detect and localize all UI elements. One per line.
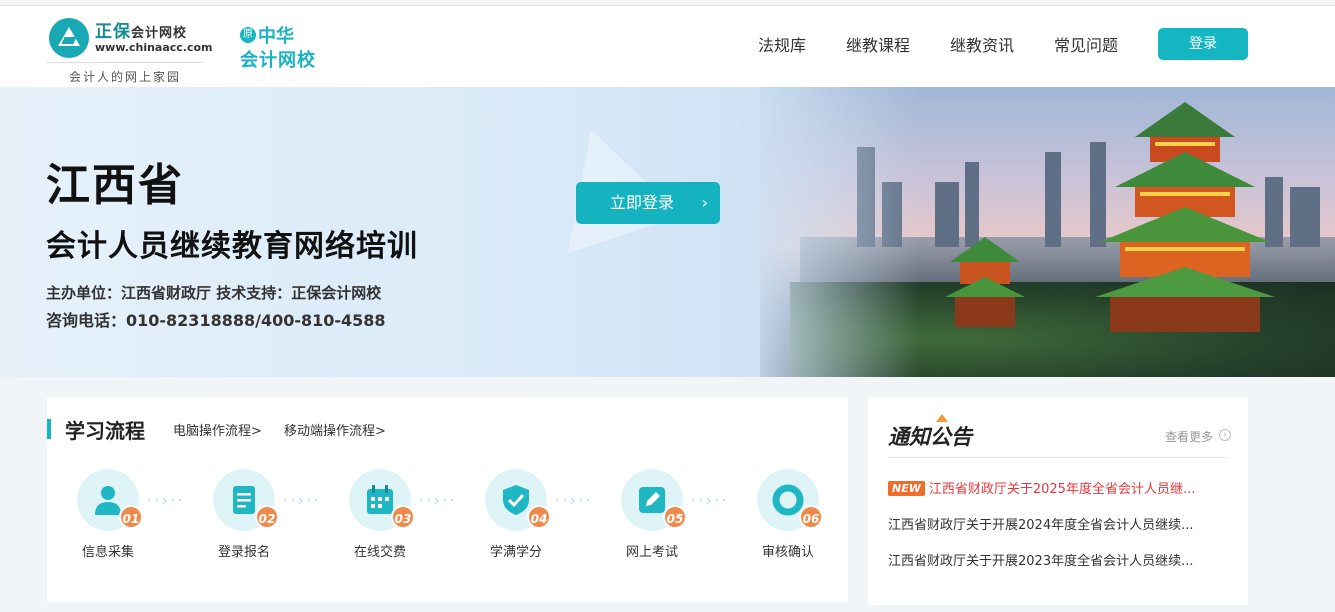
hero-banner: 江西省 会计人员继续教育网络培训 主办单位：江西省财政厅 技术支持：正保会计网校… (0, 87, 1335, 377)
notice-item-text: 江西省财政厅关于2025年度全省会计人员继... (928, 482, 1196, 497)
view-more-link[interactable]: 查看更多 (1165, 428, 1213, 445)
step-number: 04 (527, 505, 551, 529)
nav-courses[interactable]: 继教课程 (846, 32, 910, 56)
step-connector: ··›·· (419, 493, 458, 509)
notice-panel: 通知公告 查看更多 › NEW 江西省财政厅关于2025年度全省会计人员继... … (868, 397, 1248, 605)
step-connector: ··›·· (691, 493, 730, 509)
banner-organizer: 主办单位：江西省财政厅 技术支持：正保会计网校 (46, 284, 382, 302)
step-number: 02 (255, 505, 279, 529)
step-register[interactable]: 02 登录报名 (203, 469, 283, 569)
banner-title: 江西省 (46, 160, 184, 211)
login-now-button[interactable]: 立即登录 › (576, 182, 720, 224)
logo-url: www.chinaacc.com (95, 41, 213, 54)
step-payment[interactable]: 03 在线交费 (339, 469, 419, 569)
step-connector: ··›·· (283, 493, 322, 509)
notice-item[interactable]: NEW 江西省财政厅关于2025年度全省会计人员继... (888, 478, 1218, 497)
process-title: 学习流程 (65, 419, 145, 443)
step-info-collection[interactable]: 01 信息采集 (67, 469, 147, 569)
step-exam[interactable]: 05 网上考试 (611, 469, 691, 569)
step-label: 网上考试 (625, 545, 678, 560)
skyscraper-image (1290, 187, 1320, 247)
step-label: 登录报名 (217, 545, 270, 560)
chinaacc-logo[interactable]: 正保会计网校 www.chinaacc.com 会计人的网上家园 (47, 16, 213, 88)
step-number: 05 (663, 505, 687, 529)
step-number: 01 (119, 505, 143, 529)
site-header: 正保会计网校 www.chinaacc.com 会计人的网上家园 原 中华 会计… (0, 6, 1335, 87)
pc-guide-link[interactable]: 电脑操作流程> (173, 420, 262, 439)
step-label: 审核确认 (761, 545, 814, 560)
chevron-right-circle-icon[interactable]: › (1219, 429, 1231, 441)
login-now-label: 立即登录 (610, 193, 675, 212)
step-label: 学满学分 (489, 545, 542, 560)
step-review[interactable]: 06 审核确认 (747, 469, 827, 569)
step-connector: ··›·· (555, 493, 594, 509)
tengwang-pavilion-image (1095, 102, 1275, 332)
banner-gradient (740, 87, 920, 377)
notice-item[interactable]: 江西省财政厅关于开展2023年度全省会计人员继续... (888, 550, 1218, 569)
step-number: 06 (799, 505, 823, 529)
zhonghua-logo[interactable]: 原 中华 会计网校 (240, 22, 326, 72)
study-process-panel: 学习流程 电脑操作流程> 移动端操作流程> 01 信息采集 ··›·· 02 登… (47, 397, 848, 602)
chevron-right-icon: › (701, 193, 708, 212)
step-credits[interactable]: 04 学满学分 (475, 469, 555, 569)
step-label: 在线交费 (353, 545, 406, 560)
title-accent-bar (47, 419, 51, 439)
mobile-guide-link[interactable]: 移动端操作流程> (284, 420, 386, 439)
logo-badge-icon (49, 18, 89, 58)
step-connector: ··›·· (147, 493, 186, 509)
nav-regulations[interactable]: 法规库 (758, 32, 806, 56)
notice-title: 通知公告 (888, 424, 972, 449)
step-number: 03 (391, 505, 415, 529)
nav-news[interactable]: 继教资讯 (950, 32, 1014, 56)
logo2-line1: 中华 (258, 26, 294, 47)
skyscraper-image (965, 162, 979, 247)
banner-hotline: 咨询电话：010-82318888/400-810-4588 (46, 311, 386, 330)
banner-subtitle: 会计人员继续教育网络培训 (46, 229, 418, 264)
small-pavilion-image (945, 237, 1025, 327)
new-badge: NEW (888, 481, 925, 496)
logo-brand: 正保会计网校 (95, 22, 188, 42)
logo2-line2: 会计网校 (240, 50, 316, 71)
logo2-mark: 原 (240, 27, 256, 43)
login-button[interactable]: 登录 (1158, 28, 1248, 60)
divider (888, 457, 1228, 458)
notice-item[interactable]: 江西省财政厅关于开展2024年度全省会计人员继续... (888, 514, 1218, 533)
skyscraper-image (1045, 152, 1061, 247)
nav-faq[interactable]: 常见问题 (1054, 32, 1118, 56)
logo-slogan: 会计人的网上家园 (47, 62, 203, 85)
step-label: 信息采集 (81, 545, 134, 560)
